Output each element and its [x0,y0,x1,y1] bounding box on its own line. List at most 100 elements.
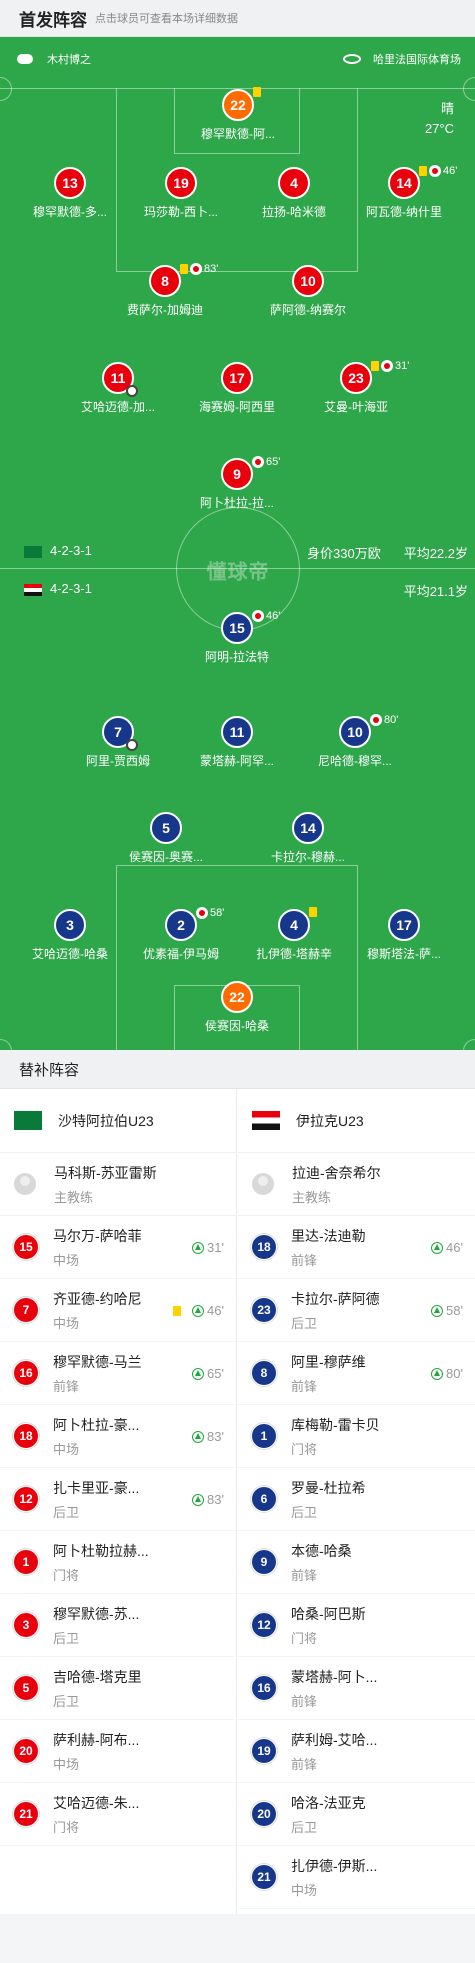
away-player[interactable]: 14 卡拉尔-穆赫... [243,812,373,865]
away-player[interactable]: 10 80' 尼哈德-穆罕... [290,714,420,769]
home-player[interactable]: 17 海赛姆-阿西里 [172,362,302,415]
away-sub-row[interactable]: 23 卡拉尔-萨阿德 后卫 58' [238,1279,475,1342]
home-sub-row[interactable]: 7 齐亚德-约哈尼 中场 46' [0,1279,236,1342]
away-player[interactable]: 22 侯赛因-哈桑 [172,981,302,1034]
player-name: 本德-哈桑 [291,1542,352,1559]
away-sub-row[interactable]: 21 扎伊德-伊斯... 中场 [238,1846,475,1909]
watermark: 懂球帝 [206,561,270,584]
player-name: 穆罕默德-阿... [201,127,275,141]
home-player[interactable]: 19 玛莎勒-西卜... [116,167,246,220]
sub-in-time: 83' [192,1492,224,1507]
player-number: 5 [150,812,182,844]
goal-ball-icon [126,385,138,397]
player-number: 20 [251,1801,277,1827]
home-sub-row[interactable]: 3 穆罕默德-苏... 后卫 [0,1594,236,1657]
home-sub-row[interactable]: 20 萨利赫-阿布... 中场 [0,1720,236,1783]
player-number: 18 [251,1234,277,1260]
home-coach[interactable]: 马科斯-苏亚雷斯 主教练 [0,1153,236,1216]
home-sub-row[interactable]: 15 马尔万-萨哈菲 中场 31' [0,1216,236,1279]
home-player[interactable]: 9 65' 阿卜杜拉-拉... [172,456,302,511]
away-team-header: 伊拉克U23 [238,1089,475,1153]
home-avg-age: 平均22.2岁 [403,546,468,561]
away-sub-row[interactable]: 1 库梅勒-雷卡贝 门将 [238,1405,475,1468]
avatar-icon [252,1173,274,1195]
player-name: 阿里-穆萨维 [291,1353,366,1370]
sub-in-time: 58' [431,1303,463,1318]
away-sub-row[interactable]: 8 阿里-穆萨维 前锋 80' [238,1342,475,1405]
player-position: 中场 [53,1756,80,1772]
player-number: 19 [251,1738,277,1764]
player-name: 阿卜杜拉-豪... [53,1416,140,1433]
player-name: 阿里-贾西姆 [86,754,150,768]
player-number: 7 [102,716,138,751]
player-position: 中场 [53,1252,80,1268]
sub-out-icon [252,610,264,622]
player-name: 萨利姆-艾哈... [291,1731,378,1748]
home-player[interactable]: 11 艾哈迈德-加... [53,362,183,415]
pitch: 懂球帝 木村博之 哈里法国际体育场 晴 27°C 4-2-3-1 身价330万欧… [0,37,475,1050]
sub-in-time: 65' [192,1366,224,1381]
player-number: 17 [221,362,253,394]
player-number: 22 [222,89,254,121]
player-position: 门将 [53,1567,80,1583]
player-number: 3 [13,1612,39,1638]
away-sub-row[interactable]: 18 里达-法迪勒 前锋 46' [238,1216,475,1279]
venue-name: 哈里法国际体育场 [373,54,461,66]
player-position: 后卫 [291,1819,318,1835]
home-sub-row[interactable]: 21 艾哈迈德-朱... 门将 [0,1783,236,1846]
home-player[interactable]: 8 83' 费萨尔-加姆迪 [100,263,230,318]
away-player[interactable]: 15 46' 阿明-拉法特 [172,610,302,665]
sub-in-icon [431,1241,444,1254]
away-sub-row[interactable]: 12 哈桑-阿巴斯 门将 [238,1594,475,1657]
away-sub-row[interactable]: 6 罗曼-杜拉希 后卫 [238,1468,475,1531]
home-player[interactable]: 14 46' 阿瓦德-纳什里 [339,165,469,220]
away-sub-row[interactable]: 20 哈洛-法亚克 后卫 [238,1783,475,1846]
player-name: 库梅勒-雷卡贝 [291,1416,380,1433]
player-number: 15 [221,612,253,644]
away-player[interactable]: 5 侯赛因-奥赛... [101,812,231,865]
away-player[interactable]: 7 阿里-贾西姆 [53,716,183,769]
away-sub-row[interactable]: 16 蒙塔赫-阿卜... 前锋 [238,1657,475,1720]
yellow-card-icon [309,907,317,917]
player-position: 门将 [291,1630,318,1646]
player-position: 后卫 [291,1504,318,1520]
sub-in-time: 31' [192,1240,224,1255]
away-sub-row[interactable]: 9 本德-哈桑 前锋 [238,1531,475,1594]
player-position: 后卫 [291,1315,318,1331]
away-player[interactable]: 2 58' 优素福-伊马姆 [116,907,246,962]
away-player[interactable]: 17 穆斯塔法-萨... [339,909,469,962]
player-number: 14 [388,167,420,199]
player-name: 蒙塔赫-阿卜... [291,1668,378,1685]
home-sub-row[interactable]: 1 阿卜杜勒拉赫... 门将 [0,1531,236,1594]
home-subs-column: 沙特阿拉伯U23 马科斯-苏亚雷斯 主教练 15 马尔万-萨哈菲 中场 31' 7 齐亚德-… [0,1089,237,1914]
sub-in-time: 46' [431,1240,463,1255]
sub-in-icon [431,1304,444,1317]
home-sub-row[interactable]: 5 吉哈德-塔克里 后卫 [0,1657,236,1720]
player-position: 门将 [53,1819,80,1835]
home-player[interactable]: 22 穆罕默德-阿... [173,87,303,142]
player-number: 20 [13,1738,39,1764]
lineup-title: 首发阵容 [19,10,87,30]
away-coach[interactable]: 拉迪-舍奈希尔 主教练 [238,1153,475,1216]
home-sub-row[interactable]: 18 阿卜杜拉-豪... 中场 83' [0,1405,236,1468]
home-player[interactable]: 23 31' 艾曼-叶海亚 [291,360,421,415]
player-number: 5 [13,1675,39,1701]
player-number: 23 [340,362,372,394]
player-name: 艾哈迈德-朱... [53,1794,140,1811]
player-position: 前锋 [291,1756,318,1772]
home-player[interactable]: 10 萨阿德-纳赛尔 [243,265,373,318]
player-name: 阿明-拉法特 [205,650,269,664]
player-name: 穆罕默德-苏... [53,1605,140,1622]
home-sub-row[interactable]: 16 穆罕默德-马兰 前锋 65' [0,1342,236,1405]
player-number: 9 [221,458,253,490]
player-name: 扎伊德-伊斯... [291,1857,378,1874]
player-number: 12 [251,1612,277,1638]
sub-out-icon [190,263,202,275]
yellow-card-icon [419,166,427,176]
yellow-card-icon [371,361,379,371]
sub-in-time: 83' [192,1429,224,1444]
away-player[interactable]: 11 蒙塔赫-阿罕... [172,716,302,769]
home-sub-row[interactable]: 12 扎卡里亚-豪... 后卫 83' [0,1468,236,1531]
avatar-icon [14,1173,36,1195]
away-sub-row[interactable]: 19 萨利姆-艾哈... 前锋 [238,1720,475,1783]
